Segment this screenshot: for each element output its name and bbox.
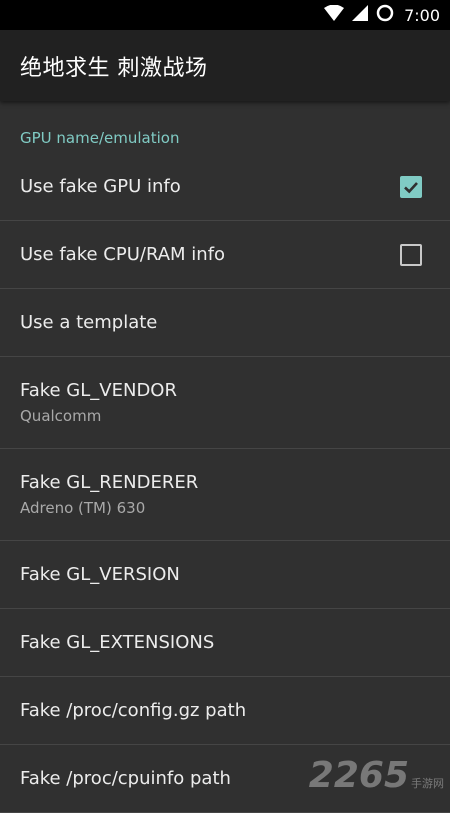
pref-label: Use fake GPU info bbox=[20, 176, 181, 197]
pref-label: Use a template bbox=[20, 312, 158, 333]
pref-fake-gl-version[interactable]: Fake GL_VERSION bbox=[0, 541, 450, 609]
wifi-icon bbox=[324, 4, 345, 25]
watermark-number: 2265 bbox=[308, 755, 409, 796]
status-time: 7:00 bbox=[404, 5, 440, 25]
watermark-logo: 2265 手游网 bbox=[309, 758, 444, 794]
pref-fake-gl-vendor[interactable]: Fake GL_VENDOR Qualcomm bbox=[0, 357, 450, 449]
pref-label: Fake GL_VERSION bbox=[20, 564, 180, 585]
pref-use-fake-cpu-ram-info[interactable]: Use fake CPU/RAM info bbox=[0, 221, 450, 289]
status-bar: 7:00 bbox=[0, 0, 450, 30]
watermark-sub: 手游网 bbox=[411, 776, 444, 790]
pref-label: Fake /proc/config.gz path bbox=[20, 700, 247, 721]
pref-summary: Qualcomm bbox=[20, 407, 102, 425]
pref-fake-gl-renderer[interactable]: Fake GL_RENDERER Adreno (TM) 630 bbox=[0, 449, 450, 541]
cell-signal-icon bbox=[352, 5, 369, 25]
section-header-gpu: GPU name/emulation bbox=[20, 129, 180, 147]
pref-label: Fake GL_EXTENSIONS bbox=[20, 632, 215, 653]
battery-icon bbox=[376, 4, 394, 26]
pref-use-fake-gpu-info[interactable]: Use fake GPU info bbox=[0, 153, 450, 221]
pref-summary: Adreno (TM) 630 bbox=[20, 499, 146, 517]
checkbox-unchecked[interactable] bbox=[400, 243, 422, 266]
pref-fake-config-gz-path[interactable]: Fake /proc/config.gz path bbox=[0, 677, 450, 745]
pref-label: Use fake CPU/RAM info bbox=[20, 244, 226, 265]
check-icon bbox=[404, 181, 418, 193]
app-title: 绝地求生 刺激战场 bbox=[20, 55, 208, 81]
app-bar: 绝地求生 刺激战场 bbox=[0, 30, 450, 101]
pref-label: Fake /proc/cpuinfo path bbox=[20, 768, 231, 789]
pref-use-a-template[interactable]: Use a template bbox=[0, 289, 450, 357]
pref-label: Fake GL_VENDOR bbox=[20, 380, 177, 401]
pref-fake-gl-extensions[interactable]: Fake GL_EXTENSIONS bbox=[0, 609, 450, 677]
pref-label: Fake GL_RENDERER bbox=[20, 472, 199, 493]
checkbox-checked[interactable] bbox=[400, 175, 422, 198]
